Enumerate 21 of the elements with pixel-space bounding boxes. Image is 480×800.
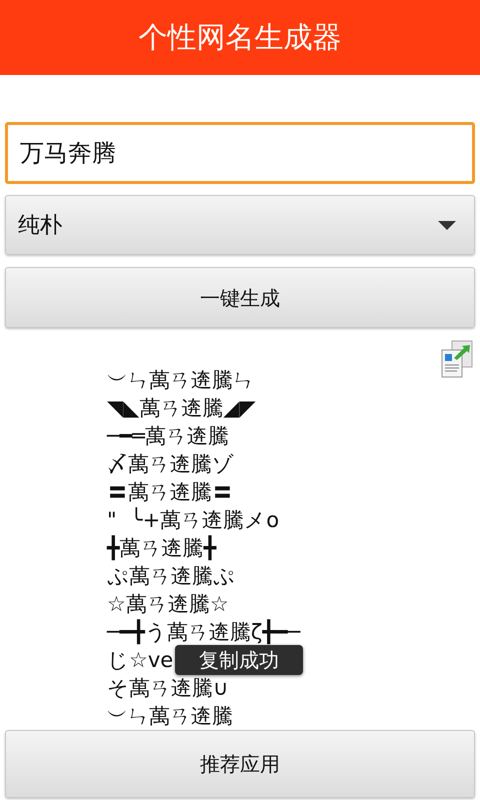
name-input-field[interactable]: 万马奔腾 <box>5 122 475 184</box>
generated-name[interactable]: ☆萬ㄢ逩騰☆ <box>107 590 229 618</box>
generated-name[interactable]: " ╰+萬ㄢ逩騰メo <box>107 506 280 534</box>
generated-name[interactable]: ◥◣萬ㄢ逩騰◢◤ <box>107 394 256 422</box>
generated-name[interactable]: ︶ㄣ萬ㄢ逩騰ㄣ <box>107 366 254 394</box>
copy-icon[interactable] <box>440 340 474 378</box>
generated-name[interactable]: 〆萬ㄢ逩騰ゾ <box>107 450 234 478</box>
generated-name[interactable]: ︶ㄣ萬ㄢ逩騰 <box>107 702 233 730</box>
generated-name[interactable]: 〓萬ㄢ逩騰〓 <box>107 478 233 506</box>
generated-name[interactable]: そ萬ㄢ逩騰∪ <box>107 674 228 702</box>
generated-name[interactable]: ╋萬ㄢ逩騰╋ <box>107 534 216 562</box>
generated-name[interactable]: ─━╋う萬ㄢ逩騰ζ╋━─ <box>107 618 300 646</box>
generated-name[interactable]: じ☆ve <box>107 646 174 674</box>
generated-name[interactable]: ─━═萬ㄢ逩騰 <box>107 422 229 450</box>
toast-message: 复制成功 <box>175 645 303 675</box>
style-dropdown[interactable]: 纯朴 <box>5 195 475 255</box>
app-title: 个性网名生成器 <box>0 0 480 75</box>
caret-icon <box>438 220 456 230</box>
generate-button[interactable]: 一键生成 <box>5 267 475 328</box>
generated-name[interactable]: ぷ萬ㄢ逩騰ぷ <box>107 562 235 590</box>
recommend-apps-button[interactable]: 推荐应用 <box>5 730 475 798</box>
